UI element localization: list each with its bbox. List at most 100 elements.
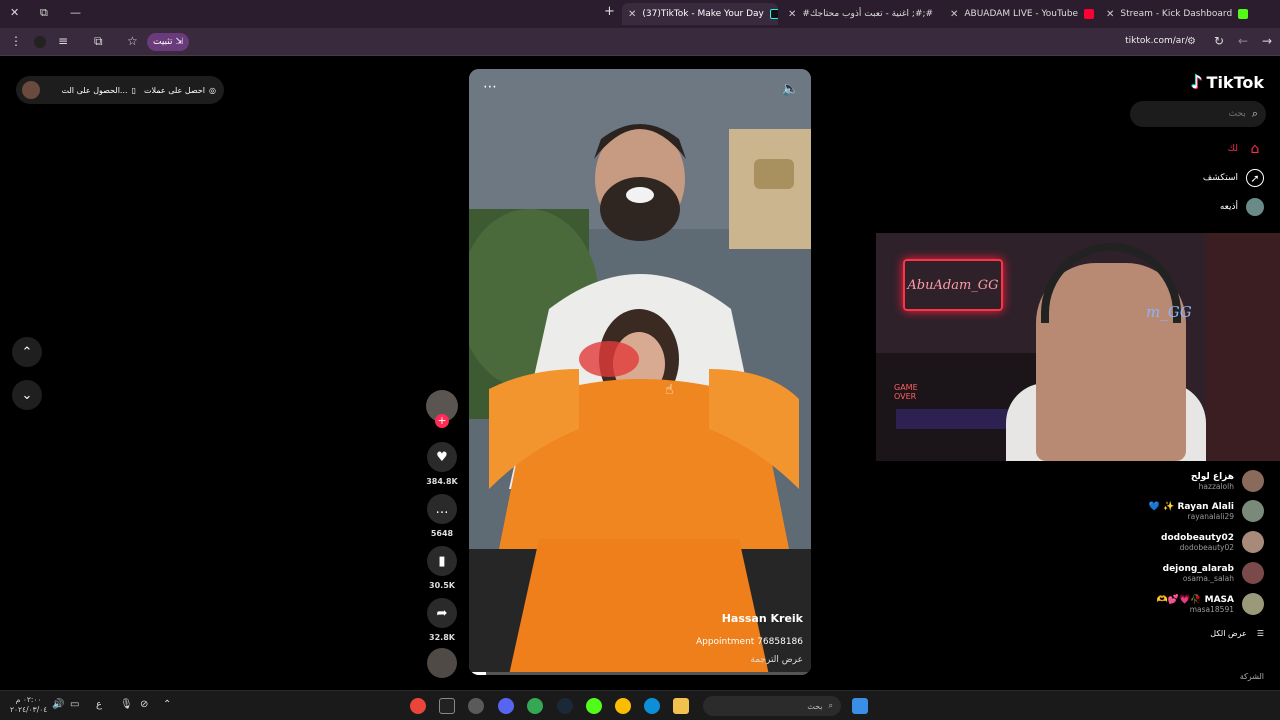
share-icon[interactable]: ➦ [427,598,457,628]
tiktok-logo[interactable]: ♪ TikTok [1191,72,1264,93]
minimize-window-button[interactable]: — [70,6,81,19]
avatar[interactable] [1242,562,1264,584]
reload-icon[interactable]: ↻ [1214,34,1224,48]
like-action[interactable]: ♥ 384.8K [426,442,458,486]
comment-action[interactable]: … 5648 [426,494,458,538]
steam-icon[interactable] [557,698,573,714]
chrome-active-icon[interactable] [527,698,543,714]
account-item[interactable]: dejong_alarab osama._salah [1163,562,1264,584]
neon-sign-secondary: m_GG [1146,303,1192,321]
chrome-profile-icon[interactable] [615,698,631,714]
volume-icon[interactable]: 🔈 [782,81,799,97]
sidebar-item-live[interactable]: أذيعه [1220,198,1264,216]
close-tab-icon[interactable]: ✕ [1106,9,1114,20]
taskbar-search-input[interactable]: بحث ⌕ [703,696,841,716]
close-tab-icon[interactable]: ✕ [628,9,636,20]
search-icon[interactable]: ⌕ [1252,107,1258,121]
windows-start-icon[interactable] [852,698,868,714]
account-item[interactable]: هزاع لولح hazzalolh [1191,470,1264,492]
sound-avatar[interactable] [427,648,457,678]
mouse-cursor-icon: ☝ [665,382,674,398]
discord-icon[interactable] [498,698,514,714]
close-tab-icon[interactable]: ✕ [950,9,958,20]
follow-plus-icon[interactable]: + [435,414,449,428]
compass-icon: ➚ [1246,169,1264,187]
tab-youtube[interactable]: ✕ ABUADAM LIVE - YouTube [944,3,1094,25]
sidebar-item-for-you[interactable]: لك ⌂ [1228,140,1264,158]
neon-sign: AbuAdam_GG [903,259,1003,311]
file-explorer-icon[interactable] [673,698,689,714]
get-coins-button[interactable]: احصل على عملات ◎ [144,86,216,95]
coin-icon: ◎ [209,85,216,95]
tab-song[interactable]: ✕ #اغنية - تعبت أذوب محتاجك ;#;# [782,3,934,25]
forward-icon[interactable]: ← [1238,34,1248,48]
menu-dots-icon[interactable]: ⋮ [10,34,22,48]
volume-icon[interactable]: 🔊 [52,699,64,710]
back-icon[interactable]: → [1262,34,1272,48]
edge-icon[interactable] [644,698,660,714]
search-input[interactable]: بحث ⌕ [1130,101,1266,127]
video-progress-bar[interactable] [469,672,811,675]
close-tab-icon[interactable]: ✕ [788,9,796,20]
more-options-icon[interactable]: ⋯ [483,79,497,95]
site-settings-icon[interactable]: ⚙ [1187,36,1196,47]
obs-icon[interactable] [468,698,484,714]
phone-icon: ▯ [131,85,136,95]
install-button[interactable]: تثبيت ⇲ [147,33,190,51]
see-all-button[interactable]: عرض الكل ☰ [1210,629,1264,638]
account-username: osama._salah [1182,573,1234,583]
account-name: 💙 ✨ Rayan Alali [1148,501,1234,512]
chevron-up-icon[interactable]: ⌃ [163,699,171,710]
extensions-icon[interactable]: ⧉ [94,34,103,49]
video-description: Appointment 76858186 [695,637,803,647]
language-indicator[interactable]: ع [96,699,102,710]
kick-icon[interactable] [586,698,602,714]
microphone-icon[interactable]: 🎙 [120,699,133,710]
account-text: هزاع لولح hazzalolh [1191,472,1234,491]
account-text: 🫶💕💗🥀 MASA masa18591 [1157,595,1234,614]
network-icon[interactable]: ▭ [70,699,79,710]
clock[interactable]: ٠٢:٠٠ م ٢٠٢٤/٠٣/٠٤ [10,695,47,715]
save-action[interactable]: ▮ 30.5K [426,546,458,590]
bookmark-star-icon[interactable]: ☆ [127,34,138,48]
taskbar: ٠٢:٠٠ م ٢٠٢٤/٠٣/٠٤ 🔊 ▭ ع 🎙 ⊘ ⌃ بحث ⌕ [0,690,1280,720]
profile-icon[interactable] [34,36,46,48]
tab-tiktok[interactable]: ✕ (37)TikTok - Make Your Day [622,3,778,25]
list-icon: ☰ [1256,629,1264,638]
share-count: 32.8K [429,633,455,642]
account-text: dejong_alarab osama._salah [1163,564,1234,583]
video-progress-fill [469,672,487,675]
video-player[interactable]: ⋯ 🔈 Hassan Kreik Appointment 76858186 عر… [469,69,811,675]
avatar[interactable] [1242,593,1264,615]
new-tab-button[interactable]: + [604,4,615,19]
bookmark-icon[interactable]: ▮ [427,546,457,576]
heart-icon[interactable]: ♥ [427,442,457,472]
save-count: 30.5K [429,581,455,590]
account-item[interactable]: dodobeauty02 dodobeauty02 [1161,531,1264,553]
get-app-button[interactable]: الحصول على الت... ▯ [62,86,136,95]
chrome-icon[interactable] [410,698,426,714]
close-window-button[interactable]: ✕ [10,6,19,19]
url-field[interactable]: tiktok.com/ar/ [1125,36,1188,46]
avatar[interactable] [22,81,40,99]
comment-icon[interactable]: … [427,494,457,524]
share-action[interactable]: ➦ 32.8K [426,598,458,642]
sidebar-item-explore[interactable]: استكشف ➚ [1203,169,1264,187]
next-video-button[interactable]: ⌄ [12,380,42,410]
reading-list-icon[interactable]: ≡ [58,34,68,48]
translate-button[interactable]: عرض الترجمة [750,655,803,665]
avatar[interactable] [1242,500,1264,522]
video-author-name[interactable]: Hassan Kreik [722,612,803,625]
avatar[interactable] [1242,470,1264,492]
epic-games-icon[interactable] [439,698,455,714]
sidebar-item-label: أذيعه [1219,202,1238,212]
restore-window-button[interactable]: ⧉ [40,6,48,20]
avatar[interactable] [1242,531,1264,553]
account-username: hazzalolh [1198,481,1234,491]
previous-video-button[interactable]: ⌃ [12,337,42,367]
company-link[interactable]: الشركة [1240,672,1264,681]
account-item[interactable]: 🫶💕💗🥀 MASA masa18591 [1157,593,1264,615]
account-item[interactable]: 💙 ✨ Rayan Alali rayanalali29 [1149,500,1264,522]
tab-kick[interactable]: ✕ Stream - Kick Dashboard [1100,3,1252,25]
camera-off-icon[interactable]: ⊘ [140,699,148,710]
